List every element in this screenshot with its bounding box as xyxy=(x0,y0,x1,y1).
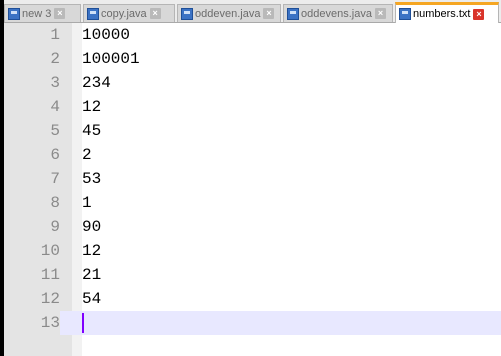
tab-oddevens-java[interactable]: oddevens.java × xyxy=(283,4,393,22)
line-number: 9 xyxy=(50,218,60,236)
line-text[interactable]: 10000 xyxy=(82,23,130,47)
editor-line-current[interactable]: 13 xyxy=(4,311,501,335)
editor-line[interactable]: 12 54 xyxy=(4,287,501,311)
tab-label: oddeven.java xyxy=(195,7,261,20)
file-icon xyxy=(8,7,20,20)
line-text[interactable]: 234 xyxy=(82,71,111,95)
line-text[interactable]: 100001 xyxy=(82,47,140,71)
line-number: 12 xyxy=(40,290,60,308)
line-text[interactable]: 45 xyxy=(82,119,101,143)
line-text[interactable]: 21 xyxy=(82,263,101,287)
line-number: 3 xyxy=(50,74,60,92)
line-text[interactable]: 53 xyxy=(82,167,101,191)
line-number: 1 xyxy=(50,26,60,44)
editor-line[interactable]: 10 12 xyxy=(4,239,501,263)
tab-numbers-txt[interactable]: numbers.txt × xyxy=(395,2,499,23)
line-number: 5 xyxy=(50,122,60,140)
line-number: 2 xyxy=(50,50,60,68)
editor-line[interactable]: 4 12 xyxy=(4,95,501,119)
line-number: 6 xyxy=(50,146,60,164)
editor-line[interactable]: 2 100001 xyxy=(4,47,501,71)
line-number: 4 xyxy=(50,98,60,116)
line-text[interactable]: 2 xyxy=(82,143,92,167)
close-icon[interactable]: × xyxy=(149,8,161,19)
line-number: 10 xyxy=(40,242,60,260)
editor-line[interactable]: 1 10000 xyxy=(4,23,501,47)
close-icon[interactable]: × xyxy=(54,8,66,19)
editor-line[interactable]: 6 2 xyxy=(4,143,501,167)
file-icon xyxy=(287,7,299,20)
editor-line[interactable]: 7 53 xyxy=(4,167,501,191)
line-text[interactable]: 12 xyxy=(82,239,101,263)
line-number: 13 xyxy=(4,311,60,335)
editor-line[interactable]: 8 1 xyxy=(4,191,501,215)
tab-new-3[interactable]: new 3 × xyxy=(4,4,81,22)
editor-area[interactable]: 1 10000 2 100001 3 234 4 12 5 45 6 2 7 5… xyxy=(4,23,501,356)
tab-bar: new 3 × copy.java × oddeven.java × oddev… xyxy=(4,0,501,23)
editor-line[interactable]: 9 90 xyxy=(4,215,501,239)
file-icon xyxy=(399,8,411,20)
text-caret xyxy=(82,313,84,333)
tab-copy-java[interactable]: copy.java × xyxy=(83,4,175,22)
file-icon xyxy=(181,7,193,20)
line-text[interactable]: 1 xyxy=(82,191,92,215)
tab-label: copy.java xyxy=(101,7,147,20)
close-icon[interactable]: × xyxy=(473,8,485,20)
close-icon[interactable]: × xyxy=(374,8,386,19)
tab-label: new 3 xyxy=(22,7,52,20)
line-number: 7 xyxy=(50,170,60,188)
tab-label: oddevens.java xyxy=(301,7,372,20)
line-text[interactable]: 12 xyxy=(82,95,101,119)
line-text[interactable]: 90 xyxy=(82,215,101,239)
line-text[interactable]: 54 xyxy=(82,287,101,311)
line-number: 11 xyxy=(40,266,60,284)
close-icon[interactable]: × xyxy=(263,8,275,19)
line-number: 8 xyxy=(50,194,60,212)
editor-line[interactable]: 3 234 xyxy=(4,71,501,95)
editor-line[interactable]: 5 45 xyxy=(4,119,501,143)
tab-oddeven-java[interactable]: oddeven.java × xyxy=(177,4,281,22)
file-icon xyxy=(87,7,99,20)
tab-label: numbers.txt xyxy=(413,8,471,20)
editor-line[interactable]: 11 21 xyxy=(4,263,501,287)
